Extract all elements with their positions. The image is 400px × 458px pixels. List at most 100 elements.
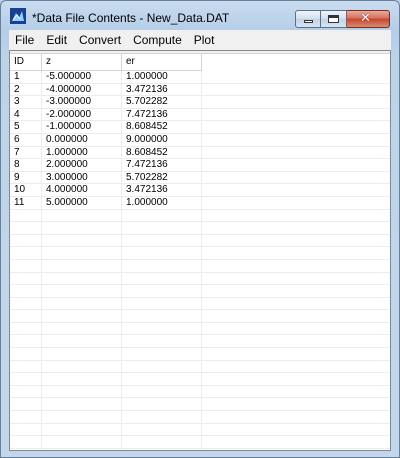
cell-er[interactable] [122, 322, 202, 335]
table-row[interactable]: 5 -1.000000 8.608452 [10, 121, 390, 134]
menu-edit[interactable]: Edit [40, 30, 73, 50]
cell-er[interactable]: 1.000000 [122, 71, 202, 83]
cell-z[interactable]: -1.000000 [42, 121, 122, 133]
cell-er[interactable]: 9.000000 [122, 133, 202, 146]
empty-row[interactable] [10, 285, 390, 298]
cell-id[interactable] [10, 247, 42, 259]
table-row[interactable]: 3 -3.000000 5.702282 [10, 96, 390, 109]
cell-er[interactable] [122, 272, 202, 285]
empty-row[interactable] [10, 398, 390, 412]
empty-row[interactable] [10, 436, 390, 449]
cell-er[interactable]: 8.608452 [122, 146, 202, 159]
empty-row[interactable] [10, 259, 390, 273]
app-icon[interactable] [10, 8, 26, 24]
cell-id[interactable] [10, 322, 42, 335]
cell-z[interactable]: -4.000000 [42, 83, 122, 96]
cell-id[interactable]: 6 [10, 133, 42, 146]
cell-z[interactable] [42, 385, 122, 398]
cell-er[interactable]: 8.608452 [122, 121, 202, 133]
cell-id[interactable] [10, 310, 42, 322]
cell-id[interactable] [10, 234, 42, 247]
empty-row[interactable] [10, 423, 390, 437]
empty-row[interactable] [10, 310, 390, 323]
table-row[interactable]: 6 0.000000 9.000000 [10, 133, 390, 147]
cell-z[interactable]: 1.000000 [42, 146, 122, 159]
empty-row[interactable] [10, 373, 390, 386]
empty-row[interactable] [10, 411, 390, 424]
cell-id[interactable]: 2 [10, 83, 42, 96]
cell-z[interactable]: -2.000000 [42, 108, 122, 121]
cell-er[interactable]: 5.702282 [122, 96, 202, 108]
cell-er[interactable]: 7.472136 [122, 108, 202, 121]
cell-id[interactable] [10, 285, 42, 297]
cell-z[interactable] [42, 310, 122, 322]
cell-z[interactable] [42, 297, 122, 310]
empty-row[interactable] [10, 222, 390, 235]
empty-row[interactable] [10, 348, 390, 361]
cell-z[interactable] [42, 285, 122, 297]
cell-z[interactable] [42, 259, 122, 272]
cell-z[interactable] [42, 335, 122, 348]
menu-plot[interactable]: Plot [188, 30, 221, 50]
cell-id[interactable] [10, 222, 42, 234]
cell-z[interactable] [42, 272, 122, 285]
cell-id[interactable] [10, 297, 42, 310]
cell-id[interactable]: 1 [10, 71, 42, 83]
empty-row[interactable] [10, 234, 390, 248]
cell-id[interactable] [10, 436, 42, 448]
cell-z[interactable] [42, 436, 122, 448]
cell-id[interactable] [10, 348, 42, 360]
table-row[interactable]: 1 -5.000000 1.000000 [10, 71, 390, 84]
cell-z[interactable] [42, 322, 122, 335]
empty-row[interactable] [10, 335, 390, 349]
cell-er[interactable]: 3.472136 [122, 83, 202, 96]
cell-er[interactable] [122, 310, 202, 322]
empty-row[interactable] [10, 297, 390, 311]
table-row[interactable]: 8 2.000000 7.472136 [10, 159, 390, 172]
cell-id[interactable]: 8 [10, 159, 42, 171]
cell-id[interactable]: 3 [10, 96, 42, 108]
cell-id[interactable]: 11 [10, 196, 42, 209]
empty-row[interactable] [10, 385, 390, 399]
cell-er[interactable] [122, 423, 202, 436]
cell-id[interactable] [10, 335, 42, 348]
cell-z[interactable]: 2.000000 [42, 159, 122, 171]
cell-er[interactable] [122, 234, 202, 247]
menu-convert[interactable]: Convert [73, 30, 127, 50]
cell-er[interactable] [122, 222, 202, 234]
cell-z[interactable]: -5.000000 [42, 71, 122, 83]
cell-er[interactable] [122, 360, 202, 373]
cell-z[interactable]: 4.000000 [42, 184, 122, 196]
cell-id[interactable] [10, 272, 42, 285]
cell-er[interactable] [122, 411, 202, 423]
cell-z[interactable] [42, 222, 122, 234]
cell-er[interactable] [122, 285, 202, 297]
cell-er[interactable] [122, 209, 202, 222]
column-header-z[interactable]: z [42, 54, 122, 70]
cell-id[interactable] [10, 411, 42, 423]
cell-z[interactable] [42, 423, 122, 436]
cell-er[interactable] [122, 385, 202, 398]
cell-er[interactable] [122, 348, 202, 360]
cell-z[interactable] [42, 398, 122, 411]
cell-z[interactable]: 5.000000 [42, 196, 122, 209]
cell-id[interactable]: 9 [10, 171, 42, 184]
cell-id[interactable] [10, 385, 42, 398]
table-row[interactable]: 9 3.000000 5.702282 [10, 171, 390, 185]
cell-z[interactable] [42, 411, 122, 423]
cell-er[interactable] [122, 373, 202, 385]
cell-er[interactable] [122, 259, 202, 272]
cell-id[interactable] [10, 259, 42, 272]
cell-id[interactable] [10, 423, 42, 436]
cell-id[interactable]: 4 [10, 108, 42, 121]
cell-er[interactable] [122, 436, 202, 448]
cell-er[interactable] [122, 297, 202, 310]
cell-er[interactable] [122, 398, 202, 411]
cell-z[interactable]: -3.000000 [42, 96, 122, 108]
cell-id[interactable] [10, 398, 42, 411]
cell-er[interactable]: 7.472136 [122, 159, 202, 171]
column-header-er[interactable]: er [122, 54, 202, 70]
cell-z[interactable] [42, 360, 122, 373]
cell-z[interactable]: 0.000000 [42, 133, 122, 146]
table-row[interactable]: 10 4.000000 3.472136 [10, 184, 390, 197]
